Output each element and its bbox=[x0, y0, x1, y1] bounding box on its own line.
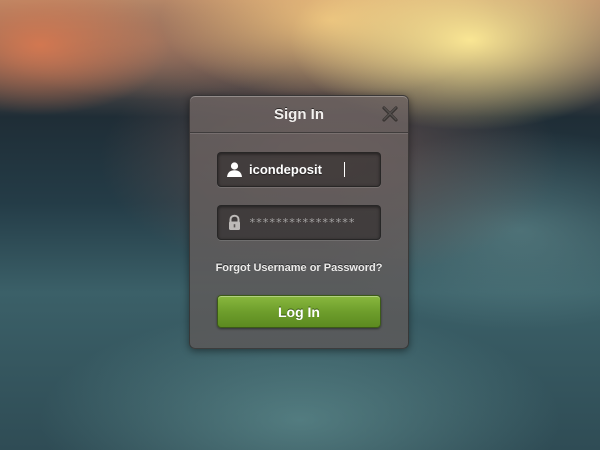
password-field[interactable]: **************** bbox=[217, 205, 381, 240]
text-caret bbox=[344, 162, 345, 177]
lock-icon bbox=[229, 214, 240, 230]
forgot-credentials-link[interactable]: Forgot Username or Password? bbox=[190, 262, 408, 274]
close-button[interactable] bbox=[381, 105, 399, 123]
dialog-title: Sign In bbox=[274, 106, 324, 123]
close-icon bbox=[382, 106, 398, 122]
sign-in-dialog: Sign In **************** Forgot Username… bbox=[189, 95, 409, 349]
login-button[interactable]: Log In bbox=[217, 295, 381, 328]
user-icon bbox=[227, 162, 242, 177]
login-button-label: Log In bbox=[278, 304, 320, 320]
username-input[interactable] bbox=[249, 153, 374, 186]
username-field[interactable] bbox=[217, 152, 381, 187]
password-input[interactable]: **************** bbox=[249, 216, 355, 229]
dialog-header: Sign In bbox=[190, 96, 408, 133]
